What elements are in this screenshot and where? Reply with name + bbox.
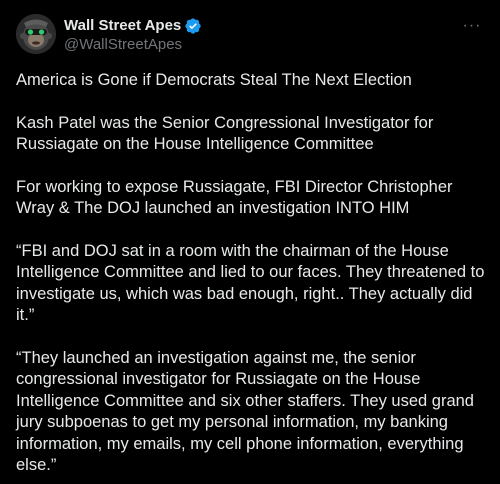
ape-avatar-icon <box>16 14 56 54</box>
tweet-paragraph: America is Gone if Democrats Steal The N… <box>16 71 412 89</box>
tweet-paragraph: “They launched an investigation against … <box>16 348 474 475</box>
tweet-paragraph: Kash Patel was the Senior Congressional … <box>16 113 434 154</box>
tweet-text: America is Gone if Democrats Steal The N… <box>16 70 486 477</box>
handle[interactable]: @WallStreetApes <box>64 35 202 55</box>
avatar[interactable] <box>16 14 56 54</box>
tweet-paragraph: “FBI and DOJ sat in a room with the chai… <box>16 241 485 325</box>
tweet: Wall Street Apes @WallStreetApes ··· Ame… <box>0 0 500 484</box>
more-options-icon[interactable]: ··· <box>460 16 484 36</box>
name-row: Wall Street Apes <box>64 16 202 35</box>
verified-badge-icon <box>184 17 202 35</box>
tweet-header: Wall Street Apes @WallStreetApes ··· <box>16 14 484 58</box>
user-info: Wall Street Apes @WallStreetApes <box>64 16 202 55</box>
display-name[interactable]: Wall Street Apes <box>64 16 181 35</box>
tweet-paragraph: For working to expose Russiagate, FBI Di… <box>16 177 453 218</box>
